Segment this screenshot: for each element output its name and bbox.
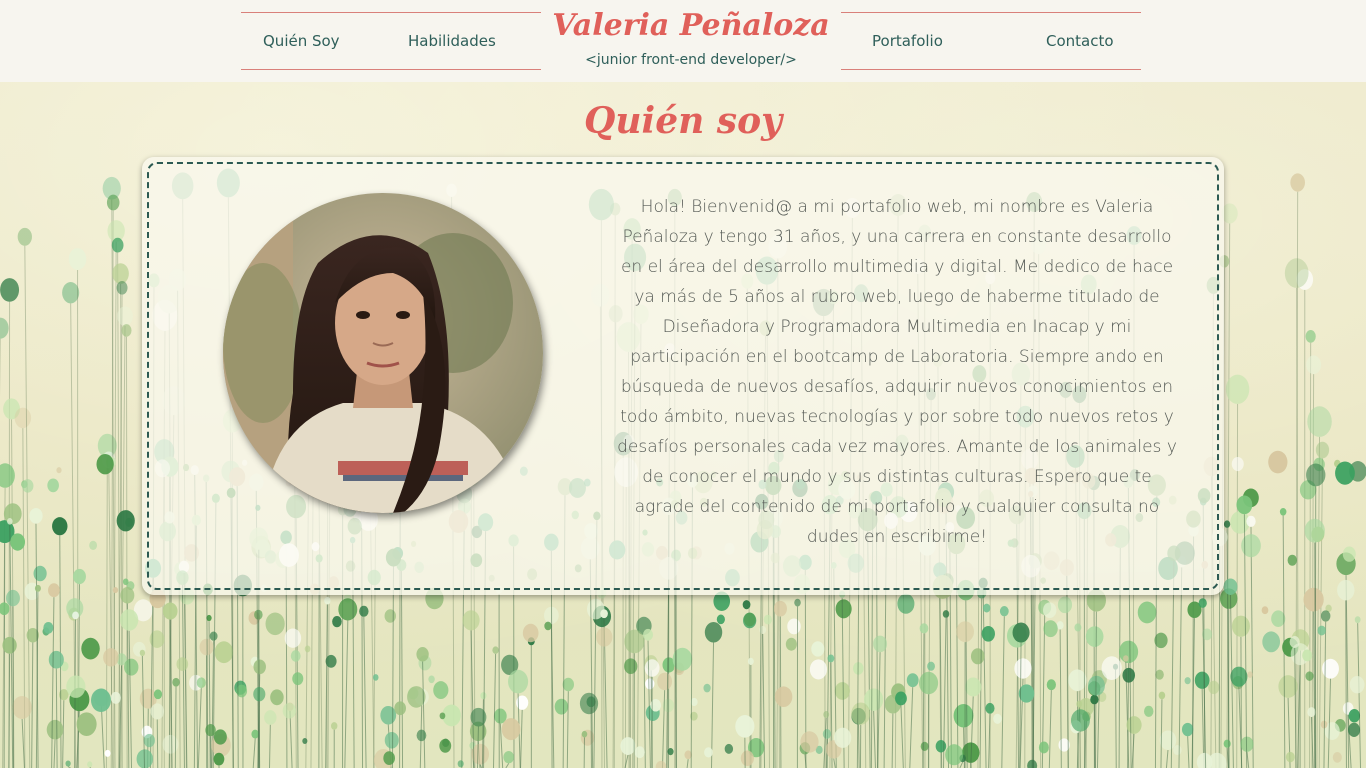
nav-link-habilidades[interactable]: Habilidades: [408, 32, 496, 50]
nav-link-contacto[interactable]: Contacto: [1046, 32, 1114, 50]
brand-tagline: <junior front-end developer/>: [585, 52, 797, 68]
nav-link-quien-soy[interactable]: Quién Soy: [263, 32, 340, 50]
profile-photo: [223, 193, 543, 513]
site-header: Quién Soy Habilidades Valeria Peñaloza <…: [0, 0, 1366, 82]
profile-photo-illustration: [223, 193, 543, 513]
brand-name[interactable]: Valeria Peñaloza: [541, 8, 841, 43]
bio-text: Hola! Bienvenid@ a mi portafolio web, mi…: [617, 197, 1177, 547]
nav-left-group: Quién Soy Habilidades: [241, 12, 541, 70]
nav-link-portafolio[interactable]: Portafolio: [872, 32, 943, 50]
section-title: Quién soy: [583, 100, 783, 142]
nav-right-group: Portafolio Contacto: [841, 12, 1141, 70]
